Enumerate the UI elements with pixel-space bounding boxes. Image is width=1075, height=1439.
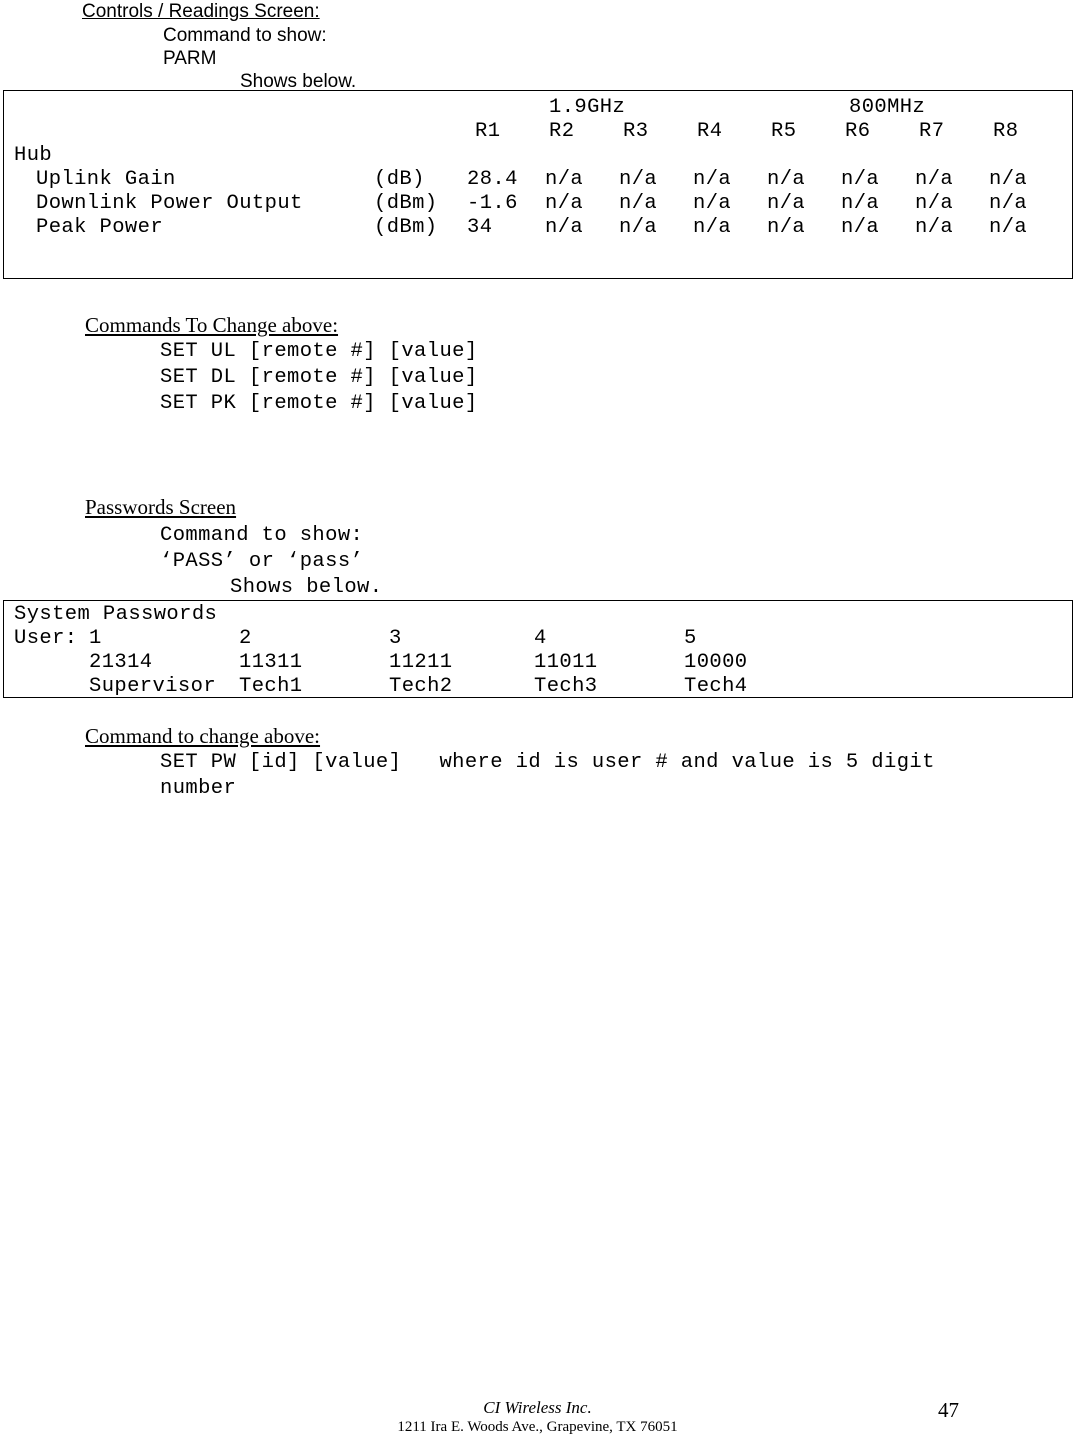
parm-group-label: Hub	[14, 144, 53, 167]
role-1: Supervisor	[89, 675, 217, 698]
cell-peak-r7: n/a	[915, 216, 954, 239]
passwords-output-table: System Passwords User: 1 2 3 4 5 21314 1…	[3, 600, 1073, 698]
footer-company: CI Wireless Inc.	[483, 1398, 592, 1417]
cell-peak-r1: 34	[467, 216, 493, 239]
cell-downlink-r3: n/a	[619, 192, 658, 215]
role-3: Tech2	[389, 675, 453, 698]
band-header-1: 1.9GHz	[549, 96, 626, 119]
password-3: 11211	[389, 651, 453, 674]
commands-to-change-heading: Commands To Change above:	[85, 313, 339, 337]
passwords-table-title: System Passwords	[14, 603, 218, 626]
table-row: Peak Power (dBm) 34 n/a n/a n/a n/a n/a …	[4, 216, 1072, 240]
cell-uplink-r3: n/a	[619, 168, 658, 191]
row-label-peak-power: Peak Power	[36, 216, 164, 239]
passwords-user-row: User: 1 2 3 4 5	[4, 627, 1072, 651]
parm-band-header-row: 1.9GHz 800MHz	[4, 96, 1072, 120]
cell-downlink-r1: -1.6	[467, 192, 518, 215]
passwords-value-row: 21314 11311 11211 11011 10000	[4, 651, 1072, 675]
col-header-r6: R6	[845, 120, 871, 143]
col-header-r7: R7	[919, 120, 945, 143]
command-set-ul: SET UL [remote #] [value]	[160, 340, 478, 363]
passwords-command-value: ‘PASS’ or ‘pass’	[160, 550, 364, 573]
footer-address: 1211 Ira E. Woods Ave., Grapevine, TX 76…	[397, 1419, 678, 1435]
col-header-r1: R1	[475, 120, 501, 143]
role-2: Tech1	[239, 675, 303, 698]
row-unit-uplink-gain: (dB)	[374, 168, 425, 191]
password-5: 10000	[684, 651, 748, 674]
parm-output-table: 1.9GHz 800MHz R1 R2 R3 R4 R5 R6 R7 R8 Hu…	[3, 90, 1073, 279]
cell-uplink-r1: 28.4	[467, 168, 518, 191]
cell-downlink-r2: n/a	[545, 192, 584, 215]
passwords-screen-heading: Passwords Screen	[85, 495, 237, 519]
row-label-uplink-gain: Uplink Gain	[36, 168, 176, 191]
cell-uplink-r8: n/a	[989, 168, 1028, 191]
user-id-1: 1	[89, 627, 102, 650]
band-header-2: 800MHz	[849, 96, 926, 119]
passwords-command-label: Command to show:	[160, 524, 364, 547]
table-row: Uplink Gain (dB) 28.4 n/a n/a n/a n/a n/…	[4, 168, 1072, 192]
cell-uplink-r4: n/a	[693, 168, 732, 191]
passwords-title-row: System Passwords	[4, 603, 1072, 627]
col-header-r8: R8	[993, 120, 1019, 143]
user-id-3: 3	[389, 627, 402, 650]
cell-downlink-r4: n/a	[693, 192, 732, 215]
cell-peak-r5: n/a	[767, 216, 806, 239]
cell-downlink-r6: n/a	[841, 192, 880, 215]
parm-group-row: Hub	[4, 144, 1072, 168]
password-2: 11311	[239, 651, 303, 674]
cell-peak-r2: n/a	[545, 216, 584, 239]
col-header-r4: R4	[697, 120, 723, 143]
cell-uplink-r2: n/a	[545, 168, 584, 191]
password-1: 21314	[89, 651, 153, 674]
footer-page-number: 47	[938, 1398, 959, 1422]
command-set-pw-continuation: number	[160, 777, 237, 800]
row-unit-downlink-power: (dBm)	[374, 192, 438, 215]
user-id-4: 4	[534, 627, 547, 650]
col-header-r2: R2	[549, 120, 575, 143]
role-4: Tech3	[534, 675, 598, 698]
cell-downlink-r7: n/a	[915, 192, 954, 215]
table-row: Downlink Power Output (dBm) -1.6 n/a n/a…	[4, 192, 1072, 216]
command-set-pk: SET PK [remote #] [value]	[160, 392, 478, 415]
cell-peak-r8: n/a	[989, 216, 1028, 239]
cell-downlink-r5: n/a	[767, 192, 806, 215]
passwords-role-row: Supervisor Tech1 Tech2 Tech3 Tech4	[4, 675, 1072, 698]
user-id-5: 5	[684, 627, 697, 650]
cell-uplink-r5: n/a	[767, 168, 806, 191]
controls-command-value: PARM	[163, 48, 217, 69]
passwords-shows-below: Shows below.	[230, 576, 383, 599]
cell-downlink-r8: n/a	[989, 192, 1028, 215]
user-id-2: 2	[239, 627, 252, 650]
cell-uplink-r6: n/a	[841, 168, 880, 191]
col-header-r5: R5	[771, 120, 797, 143]
command-set-dl: SET DL [remote #] [value]	[160, 366, 478, 389]
parm-remote-header-row: R1 R2 R3 R4 R5 R6 R7 R8	[4, 120, 1072, 144]
row-unit-peak-power: (dBm)	[374, 216, 438, 239]
cell-peak-r4: n/a	[693, 216, 732, 239]
role-5: Tech4	[684, 675, 748, 698]
cell-uplink-r7: n/a	[915, 168, 954, 191]
col-header-r3: R3	[623, 120, 649, 143]
command-set-pw: SET PW [id] [value] where id is user # a…	[160, 751, 935, 774]
cell-peak-r6: n/a	[841, 216, 880, 239]
cell-peak-r3: n/a	[619, 216, 658, 239]
document-page: Controls / Readings Screen: Command to s…	[0, 0, 1075, 1439]
controls-readings-heading: Controls / Readings Screen:	[82, 1, 320, 22]
password-change-command-heading: Command to change above:	[85, 724, 321, 748]
row-label-downlink-power: Downlink Power Output	[36, 192, 303, 215]
password-4: 11011	[534, 651, 598, 674]
controls-command-label: Command to show:	[163, 25, 327, 46]
user-label: User:	[14, 627, 78, 650]
